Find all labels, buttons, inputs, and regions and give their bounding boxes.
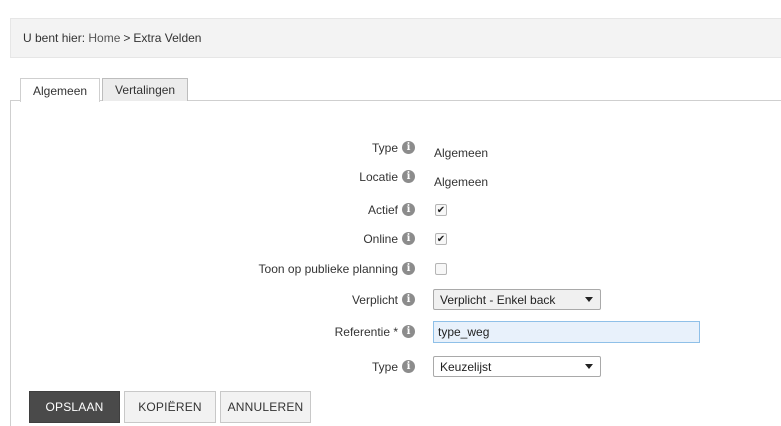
row-type: Type i Algemeen <box>0 137 781 160</box>
chevron-down-icon <box>585 297 593 302</box>
locatie-value: Algemeen <box>434 175 489 189</box>
row-type-select: Type i Keuzelijst <box>0 356 781 378</box>
type-selected-value: Keuzelijst <box>440 359 492 374</box>
type-label: Type <box>371 141 398 155</box>
save-button[interactable]: OPSLAAN <box>29 391 120 423</box>
copy-button[interactable]: KOPIËREN <box>124 391 216 423</box>
info-icon[interactable]: i <box>402 325 415 338</box>
info-icon[interactable]: i <box>402 203 415 216</box>
info-icon[interactable]: i <box>402 262 415 275</box>
action-buttons: OPSLAAN KOPIËREN ANNULEREN <box>29 391 315 423</box>
locatie-label: Locatie <box>359 170 398 184</box>
actief-checkbox[interactable]: ✔ <box>435 204 447 216</box>
publieke-planning-checkbox[interactable] <box>435 263 447 275</box>
breadcrumb-current: Extra Velden <box>133 31 202 45</box>
referentie-input[interactable]: type_weg <box>433 321 700 343</box>
type-select[interactable]: Keuzelijst <box>433 356 601 377</box>
row-referentie: Referentie * i type_weg <box>0 321 781 343</box>
info-icon[interactable]: i <box>402 232 415 245</box>
type-value: Algemeen <box>434 146 489 160</box>
info-icon[interactable]: i <box>402 360 415 373</box>
row-publieke-planning: Toon op publieke planning i <box>0 258 781 280</box>
breadcrumb-prefix: U bent hier: <box>23 31 86 45</box>
publieke-planning-label: Toon op publieke planning <box>258 262 398 276</box>
info-icon[interactable]: i <box>402 293 415 306</box>
tab-vertalingen[interactable]: Vertalingen <box>102 78 189 101</box>
row-online: Online i ✔ <box>0 228 781 250</box>
verplicht-selected-value: Verplicht - Enkel back <box>440 292 556 307</box>
cancel-button[interactable]: ANNULEREN <box>220 391 311 423</box>
row-locatie: Locatie i Algemeen <box>0 166 781 189</box>
breadcrumb-separator: > <box>123 31 131 45</box>
chevron-down-icon <box>585 364 593 369</box>
row-verplicht: Verplicht i Verplicht - Enkel back <box>0 289 781 311</box>
info-icon[interactable]: i <box>402 170 415 183</box>
tab-algemeen[interactable]: Algemeen <box>20 78 101 102</box>
verplicht-select[interactable]: Verplicht - Enkel back <box>433 289 601 310</box>
breadcrumb: U bent hier: Home > Extra Velden <box>10 18 781 58</box>
actief-label: Actief <box>367 203 398 217</box>
online-label: Online <box>363 232 398 246</box>
row-actief: Actief i ✔ <box>0 199 781 221</box>
tab-bar: Algemeen Vertalingen <box>20 78 190 102</box>
type-select-label: Type <box>371 360 398 374</box>
referentie-label: Referentie * <box>334 325 398 339</box>
verplicht-label: Verplicht <box>351 293 398 307</box>
info-icon[interactable]: i <box>402 141 415 154</box>
online-checkbox[interactable]: ✔ <box>435 233 447 245</box>
breadcrumb-home-link[interactable]: Home <box>88 31 120 45</box>
